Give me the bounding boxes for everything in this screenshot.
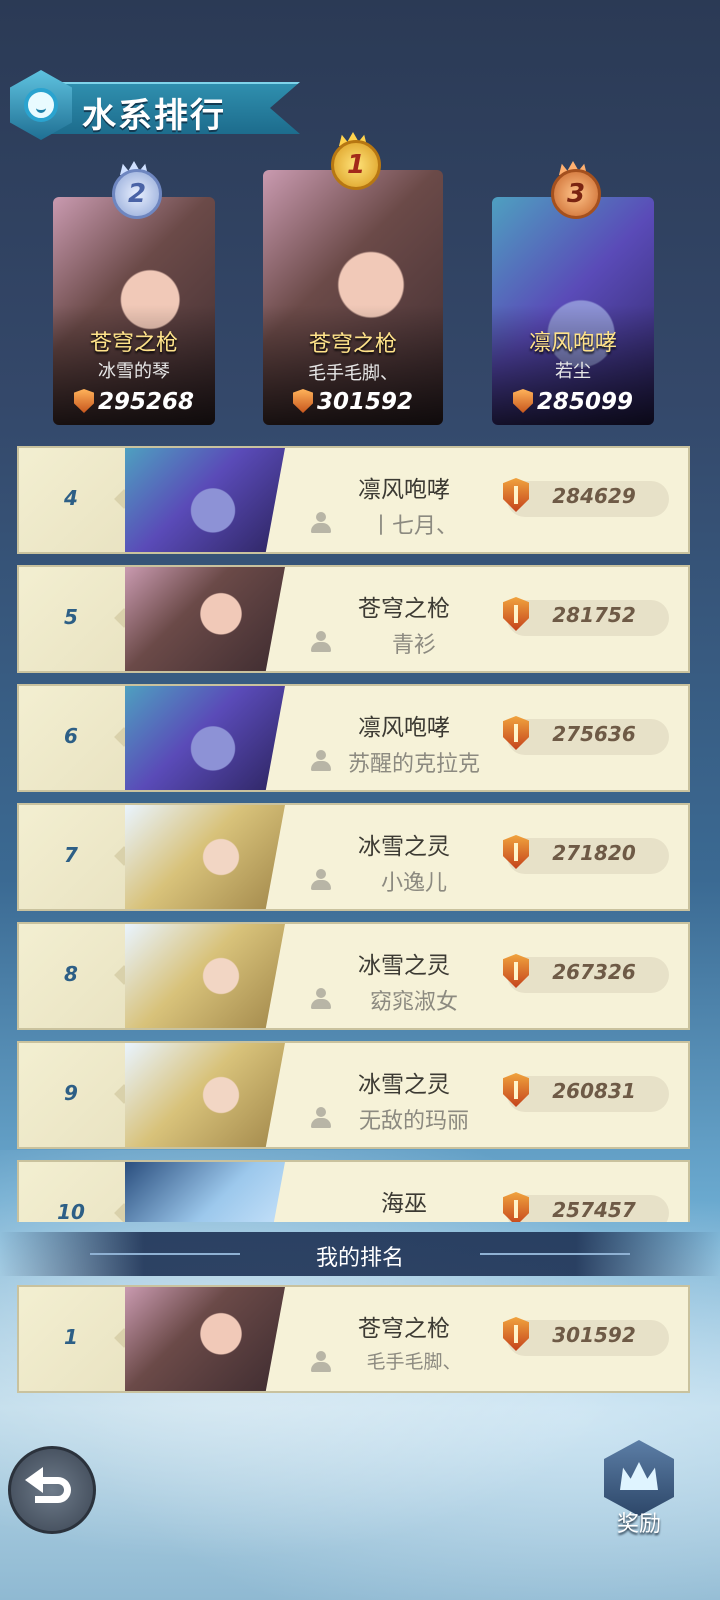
podium-card-rank-2[interactable]: 2 苍穹之枪 冰雪的琴 295268	[53, 161, 215, 425]
score: 285099	[492, 389, 654, 415]
rank-number: 1	[64, 1325, 78, 1349]
hero-portrait	[125, 686, 285, 790]
shield-icon	[73, 389, 94, 413]
hero-name: 冰雪之灵	[358, 834, 450, 860]
my-rank-row[interactable]: 1 苍穹之枪 毛手毛脚、 301592	[17, 1285, 690, 1393]
rank-number: 10	[57, 1200, 85, 1222]
hero-name: 凛风咆哮	[358, 477, 450, 503]
player-name: 窈窕淑女	[369, 990, 458, 1015]
score: 260831	[552, 1079, 636, 1103]
hero-portrait	[125, 805, 285, 909]
score: 301592	[552, 1323, 636, 1347]
score: 295268	[53, 389, 215, 415]
rank-number: 5	[64, 605, 78, 629]
hero-name: 凛风咆哮	[528, 331, 617, 356]
player-name: 毛手毛脚、	[366, 1351, 462, 1373]
score: 267326	[552, 960, 636, 984]
score: 257457	[552, 1198, 636, 1222]
hero-portrait	[125, 567, 285, 671]
score: 271820	[552, 841, 636, 865]
rank-number: 6	[64, 724, 78, 748]
reward-button[interactable]: 奖励	[598, 1440, 680, 1537]
bronze-medal-icon: 3	[545, 161, 601, 225]
hero-name: 苍穹之枪	[358, 1316, 450, 1342]
player-name: 冰雪的琴	[98, 361, 170, 382]
back-arrow-icon	[25, 1467, 43, 1493]
back-button[interactable]	[8, 1446, 96, 1534]
podium-card-rank-1[interactable]: 1 苍穹之枪 毛手毛脚、 301592	[263, 132, 443, 425]
player-name: 毛手毛脚、	[308, 363, 398, 384]
hero-name: 海巫	[381, 1191, 427, 1217]
rank-row[interactable]: 5 苍穹之枪 青衫 281752	[17, 565, 690, 673]
hero-name: 冰雪之灵	[358, 953, 450, 979]
hero-portrait	[125, 1043, 285, 1147]
reward-label: 奖励	[616, 1512, 661, 1537]
my-rank-label: 我的排名	[315, 1246, 404, 1271]
rank-row[interactable]: 6 凛风咆哮 苏醒的克拉克 275636	[17, 684, 690, 792]
title-banner: 水系排行	[10, 70, 300, 140]
rank-number: 7	[64, 843, 78, 867]
rank-row[interactable]: 10 海巫 257457	[17, 1160, 690, 1222]
player-name: 无敌的玛丽	[358, 1109, 469, 1134]
rank-row[interactable]: 7 冰雪之灵 小逸儿 271820	[17, 803, 690, 911]
page-title: 水系排行	[82, 96, 226, 136]
score: 281752	[552, 603, 636, 627]
gold-medal-icon: 1	[325, 132, 381, 196]
rank-number: 9	[64, 1081, 78, 1105]
hero-portrait	[125, 448, 285, 552]
rank-row[interactable]: 4 凛风咆哮 丨七月、 284629	[17, 446, 690, 554]
hero-name: 苍穹之枪	[358, 596, 450, 622]
hero-portrait	[125, 924, 285, 1028]
shield-icon	[512, 389, 533, 413]
hero-portrait	[263, 170, 443, 425]
player-name: 若尘	[555, 361, 591, 382]
score: 284629	[552, 484, 636, 508]
podium-card-rank-3[interactable]: 3 凛风咆哮 若尘 285099	[492, 161, 654, 425]
score: 275636	[552, 722, 636, 746]
hero-name: 冰雪之灵	[358, 1072, 450, 1098]
silver-medal-icon: 2	[106, 161, 162, 225]
player-name: 苏醒的克拉克	[347, 752, 480, 777]
hero-name: 凛风咆哮	[358, 715, 450, 741]
rank-row[interactable]: 8 冰雪之灵 窈窕淑女 267326	[17, 922, 690, 1030]
score: 301592	[263, 389, 443, 415]
shield-icon	[292, 389, 313, 413]
hero-name: 苍穹之枪	[308, 332, 397, 357]
hero-portrait	[125, 1162, 285, 1222]
player-name: 青衫	[391, 633, 436, 658]
player-name: 小逸儿	[380, 871, 447, 896]
rank-number: 8	[64, 962, 78, 986]
player-name: 丨七月、	[369, 514, 458, 539]
hero-name: 苍穹之枪	[89, 331, 178, 356]
rank-number: 4	[64, 486, 78, 510]
hero-portrait	[125, 1287, 285, 1391]
rank-row[interactable]: 9 冰雪之灵 无敌的玛丽 260831	[17, 1041, 690, 1149]
ranking-list[interactable]: 4 凛风咆哮 丨七月、 284629 5 苍穹之枪 青衫 281752 6 凛风…	[17, 446, 690, 1222]
